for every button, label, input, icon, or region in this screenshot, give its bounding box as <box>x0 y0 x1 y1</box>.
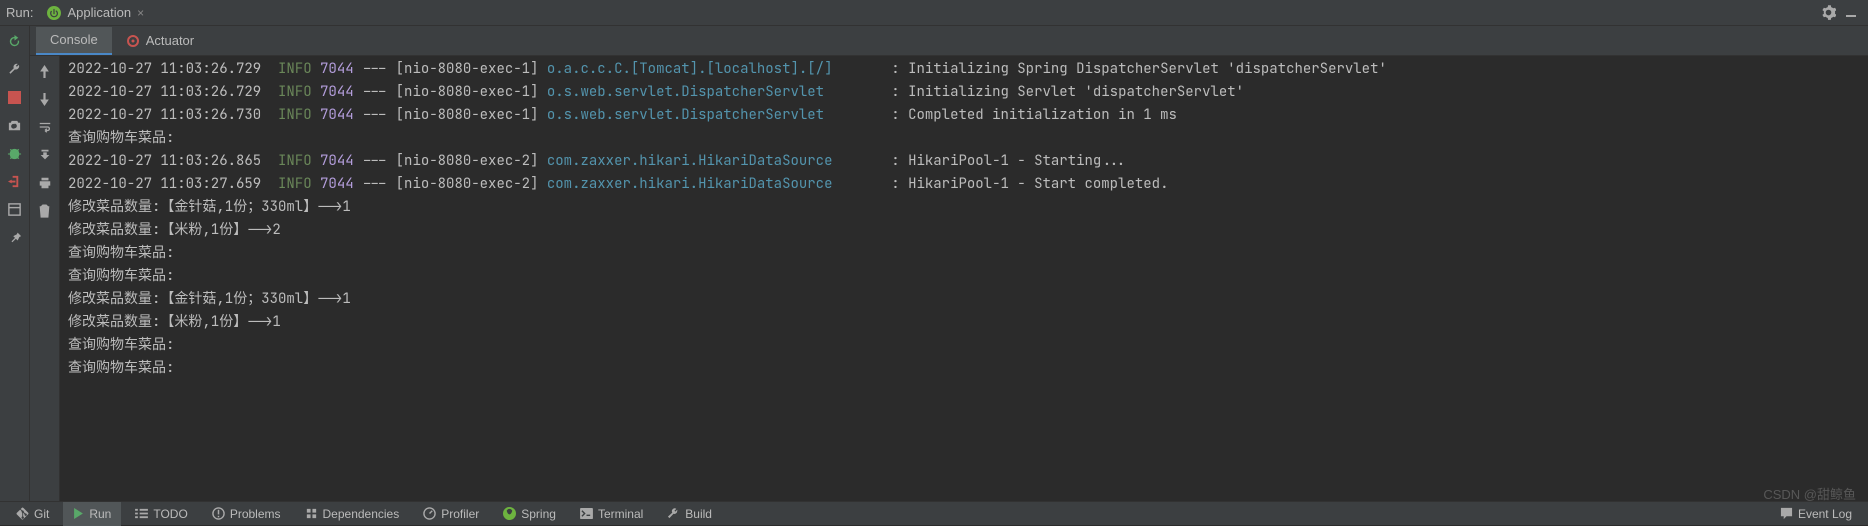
footer-run[interactable]: Run <box>63 502 121 526</box>
log-line: 2022-10-27 11:03:26.729 INFO 7044 --- [n… <box>68 81 1860 104</box>
footer-todo[interactable]: TODO <box>125 502 197 526</box>
footer-spring[interactable]: Spring <box>493 502 566 526</box>
log-line: 2022-10-27 11:03:26.729 INFO 7044 --- [n… <box>68 58 1860 81</box>
settings-icon[interactable] <box>1817 3 1840 22</box>
log-line: 查询购物车菜品: <box>68 334 1860 357</box>
trash-icon[interactable] <box>36 202 54 220</box>
footer-git[interactable]: Git <box>6 502 59 526</box>
layout-icon[interactable] <box>6 200 24 218</box>
up-icon[interactable] <box>36 62 54 80</box>
footer-dependencies-label: Dependencies <box>323 507 400 521</box>
run-header: Run: Application × <box>0 0 1868 26</box>
exit-icon[interactable] <box>6 172 24 190</box>
tab-console-label: Console <box>50 32 98 47</box>
footer-build[interactable]: Build <box>657 502 722 526</box>
footer-problems-label: Problems <box>230 507 281 521</box>
footer-terminal-label: Terminal <box>598 507 643 521</box>
footer-run-label: Run <box>89 507 111 521</box>
log-line: 修改菜品数量:【金针菇,1份；330ml】-->1 <box>68 196 1860 219</box>
camera-icon[interactable] <box>6 116 24 134</box>
left-toolbar <box>0 26 30 501</box>
footer-build-label: Build <box>685 507 712 521</box>
console-output[interactable]: 2022-10-27 11:03:26.729 INFO 7044 --- [n… <box>60 56 1868 501</box>
log-line: 修改菜品数量:【米粉,1份】-->2 <box>68 219 1860 242</box>
tab-actuator-label: Actuator <box>146 33 194 48</box>
rerun-icon[interactable] <box>6 32 24 50</box>
footer-problems[interactable]: Problems <box>202 502 291 526</box>
run-config-name: Application <box>67 5 131 20</box>
footer-eventlog[interactable]: Event Log <box>1770 502 1862 526</box>
footer-spring-label: Spring <box>521 507 556 521</box>
run-config-tab[interactable]: Application × <box>39 3 152 22</box>
log-line: 查询购物车菜品: <box>68 265 1860 288</box>
log-line: 查询购物车菜品: <box>68 242 1860 265</box>
tab-actuator[interactable]: Actuator <box>112 27 208 55</box>
log-line: 2022-10-27 11:03:27.659 INFO 7044 --- [n… <box>68 173 1860 196</box>
tab-console[interactable]: Console <box>36 27 112 55</box>
actuator-icon <box>126 34 140 48</box>
print-icon[interactable] <box>36 174 54 192</box>
console-gutter <box>30 56 60 501</box>
footer-git-label: Git <box>34 507 49 521</box>
footer-dependencies[interactable]: Dependencies <box>295 502 410 526</box>
bottom-toolbar: Git Run TODO Problems Dependencies Profi… <box>0 501 1868 525</box>
run-label: Run: <box>6 5 33 20</box>
wrench-icon[interactable] <box>6 60 24 78</box>
log-line: 修改菜品数量:【米粉,1份】-->1 <box>68 311 1860 334</box>
log-line: 2022-10-27 11:03:26.730 INFO 7044 --- [n… <box>68 104 1860 127</box>
minimize-icon[interactable] <box>1840 4 1862 22</box>
bug-icon[interactable] <box>6 144 24 162</box>
log-line: 查询购物车菜品: <box>68 357 1860 380</box>
footer-profiler-label: Profiler <box>441 507 479 521</box>
run-tabbar: Console Actuator <box>30 26 1868 56</box>
down-icon[interactable] <box>36 90 54 108</box>
stop-icon[interactable] <box>6 88 24 106</box>
footer-todo-label: TODO <box>153 507 187 521</box>
log-line: 查询购物车菜品: <box>68 127 1860 150</box>
log-line: 修改菜品数量:【金针菇,1份；330ml】-->1 <box>68 288 1860 311</box>
log-line: 2022-10-27 11:03:26.865 INFO 7044 --- [n… <box>68 150 1860 173</box>
footer-eventlog-label: Event Log <box>1798 507 1852 521</box>
footer-profiler[interactable]: Profiler <box>413 502 489 526</box>
soft-wrap-icon[interactable] <box>36 118 54 136</box>
close-tab-icon[interactable]: × <box>137 6 144 20</box>
spring-boot-icon <box>47 6 61 20</box>
pin-icon[interactable] <box>6 228 24 246</box>
scroll-end-icon[interactable] <box>36 146 54 164</box>
footer-terminal[interactable]: Terminal <box>570 502 653 526</box>
